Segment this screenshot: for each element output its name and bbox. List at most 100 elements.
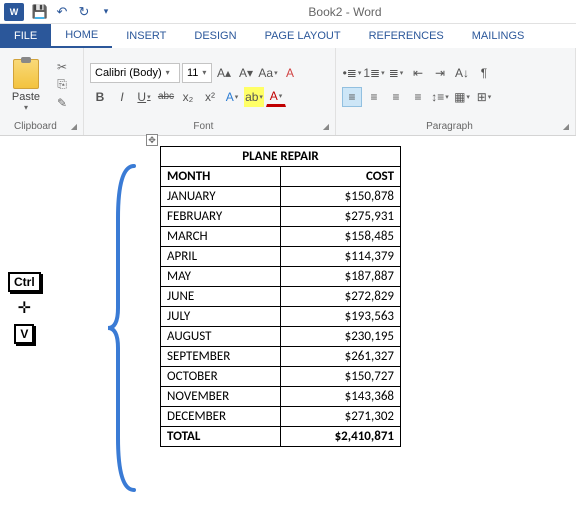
month-cell: JULY bbox=[161, 307, 281, 327]
copy-icon[interactable]: ⎘ bbox=[54, 78, 70, 92]
group-clipboard: Paste ▾ ✂ ⎘ ✎ Clipboard ◢ bbox=[0, 48, 84, 135]
line-spacing-icon[interactable]: ↕≡▾ bbox=[430, 87, 450, 107]
tab-home[interactable]: HOME bbox=[51, 24, 112, 48]
cost-cell: $272,829 bbox=[281, 287, 401, 307]
shading-icon[interactable]: ▦▾ bbox=[452, 87, 472, 107]
qat-more-icon[interactable]: ▾ bbox=[98, 4, 114, 20]
table-move-handle-icon[interactable]: ✥ bbox=[146, 134, 158, 146]
table-row[interactable]: JULY$193,563 bbox=[161, 307, 401, 327]
pilcrow-icon[interactable]: ¶ bbox=[474, 63, 494, 83]
table-row[interactable]: JANUARY$150,878 bbox=[161, 187, 401, 207]
plus-icon: ✛ bbox=[18, 298, 31, 318]
subscript-button[interactable]: x₂ bbox=[178, 87, 198, 107]
paste-label: Paste bbox=[12, 91, 40, 103]
strike-button[interactable]: abc bbox=[156, 87, 176, 107]
tab-page-layout[interactable]: PAGE LAYOUT bbox=[251, 24, 355, 48]
group-label-clipboard: Clipboard bbox=[6, 121, 65, 132]
repair-table[interactable]: PLANE REPAIR MONTH COST JANUARY$150,878F… bbox=[160, 146, 401, 447]
change-case-icon[interactable]: Aa▾ bbox=[258, 63, 278, 83]
bullets-icon[interactable]: •≣▾ bbox=[342, 63, 362, 83]
cost-cell: $261,327 bbox=[281, 347, 401, 367]
month-cell: OCTOBER bbox=[161, 367, 281, 387]
month-cell: JANUARY bbox=[161, 187, 281, 207]
sort-icon[interactable]: A↓ bbox=[452, 63, 472, 83]
month-cell: FEBRUARY bbox=[161, 207, 281, 227]
col-header-month: MONTH bbox=[161, 167, 281, 187]
align-justify-icon[interactable]: ≡ bbox=[408, 87, 428, 107]
cut-icon[interactable]: ✂ bbox=[54, 60, 70, 74]
table-row[interactable]: FEBRUARY$275,931 bbox=[161, 207, 401, 227]
month-cell: NOVEMBER bbox=[161, 387, 281, 407]
month-cell: SEPTEMBER bbox=[161, 347, 281, 367]
dialog-launcher-icon[interactable]: ◢ bbox=[323, 122, 329, 131]
table-row[interactable]: NOVEMBER$143,368 bbox=[161, 387, 401, 407]
month-cell: MAY bbox=[161, 267, 281, 287]
table-row[interactable]: JUNE$272,829 bbox=[161, 287, 401, 307]
cost-cell: $114,379 bbox=[281, 247, 401, 267]
highlight-icon[interactable]: ab▾ bbox=[244, 87, 264, 107]
tab-references[interactable]: REFERENCES bbox=[355, 24, 458, 48]
superscript-button[interactable]: x² bbox=[200, 87, 220, 107]
table-row[interactable]: SEPTEMBER$261,327 bbox=[161, 347, 401, 367]
month-cell: APRIL bbox=[161, 247, 281, 267]
align-left-icon[interactable]: ≡ bbox=[342, 87, 362, 107]
tab-file[interactable]: FILE bbox=[0, 24, 51, 48]
decrease-indent-icon[interactable]: ⇤ bbox=[408, 63, 428, 83]
month-cell: DECEMBER bbox=[161, 407, 281, 427]
document-title: Book2 - Word bbox=[114, 5, 576, 19]
month-cell: JUNE bbox=[161, 287, 281, 307]
table-row[interactable]: APRIL$114,379 bbox=[161, 247, 401, 267]
borders-icon[interactable]: ⊞▾ bbox=[474, 87, 494, 107]
save-icon[interactable]: 💾 bbox=[32, 4, 48, 20]
paste-icon bbox=[13, 59, 39, 89]
cost-cell: $187,887 bbox=[281, 267, 401, 287]
chevron-down-icon: ▾ bbox=[24, 103, 28, 112]
ctrl-key-icon: Ctrl bbox=[8, 272, 41, 292]
font-color-icon[interactable]: A▾ bbox=[266, 87, 286, 107]
multilevel-icon[interactable]: ≣▾ bbox=[386, 63, 406, 83]
col-header-cost: COST bbox=[281, 167, 401, 187]
table-row[interactable]: OCTOBER$150,727 bbox=[161, 367, 401, 387]
format-painter-icon[interactable]: ✎ bbox=[54, 96, 70, 110]
dialog-launcher-icon[interactable]: ◢ bbox=[563, 122, 569, 131]
table-row[interactable]: MAY$187,887 bbox=[161, 267, 401, 287]
cost-cell: $271,302 bbox=[281, 407, 401, 427]
paste-button[interactable]: Paste ▾ bbox=[6, 57, 46, 112]
dialog-launcher-icon[interactable]: ◢ bbox=[71, 122, 77, 131]
cost-cell: $150,727 bbox=[281, 367, 401, 387]
grow-font-icon[interactable]: A▴ bbox=[214, 63, 234, 83]
cost-cell: $275,931 bbox=[281, 207, 401, 227]
document-area[interactable]: ✥ PLANE REPAIR MONTH COST JANUARY$150,87… bbox=[0, 136, 576, 447]
increase-indent-icon[interactable]: ⇥ bbox=[430, 63, 450, 83]
align-right-icon[interactable]: ≡ bbox=[386, 87, 406, 107]
ribbon: Paste ▾ ✂ ⎘ ✎ Clipboard ◢ Calibri (Body)▾… bbox=[0, 48, 576, 136]
text-effects-icon[interactable]: A▾ bbox=[222, 87, 242, 107]
align-center-icon[interactable]: ≡ bbox=[364, 87, 384, 107]
tab-design[interactable]: DESIGN bbox=[180, 24, 250, 48]
numbering-icon[interactable]: 1≣▾ bbox=[364, 63, 384, 83]
cost-cell: $158,485 bbox=[281, 227, 401, 247]
redo-icon[interactable]: ↻ bbox=[76, 4, 92, 20]
ribbon-tabs: FILE HOME INSERT DESIGN PAGE LAYOUT REFE… bbox=[0, 24, 576, 48]
group-font: Calibri (Body)▾ 11▾ A▴ A▾ Aa▾ A B I U▾ a… bbox=[84, 48, 336, 135]
clear-format-icon[interactable]: A bbox=[280, 63, 300, 83]
shrink-font-icon[interactable]: A▾ bbox=[236, 63, 256, 83]
bold-button[interactable]: B bbox=[90, 87, 110, 107]
month-cell: MARCH bbox=[161, 227, 281, 247]
table-row[interactable]: MARCH$158,485 bbox=[161, 227, 401, 247]
total-value: $2,410,871 bbox=[281, 427, 401, 447]
tab-mailings[interactable]: MAILINGS bbox=[458, 24, 539, 48]
undo-icon[interactable]: ↶ bbox=[54, 4, 70, 20]
cost-cell: $150,878 bbox=[281, 187, 401, 207]
font-name-combo[interactable]: Calibri (Body)▾ bbox=[90, 63, 180, 83]
underline-button[interactable]: U▾ bbox=[134, 87, 154, 107]
tab-insert[interactable]: INSERT bbox=[112, 24, 180, 48]
italic-button[interactable]: I bbox=[112, 87, 132, 107]
font-size-combo[interactable]: 11▾ bbox=[182, 63, 212, 83]
title-bar: W 💾 ↶ ↻ ▾ Book2 - Word bbox=[0, 0, 576, 24]
v-key-icon: V bbox=[14, 324, 34, 344]
table-row[interactable]: DECEMBER$271,302 bbox=[161, 407, 401, 427]
group-label-paragraph: Paragraph bbox=[342, 121, 557, 132]
month-cell: AUGUST bbox=[161, 327, 281, 347]
table-row[interactable]: AUGUST$230,195 bbox=[161, 327, 401, 347]
